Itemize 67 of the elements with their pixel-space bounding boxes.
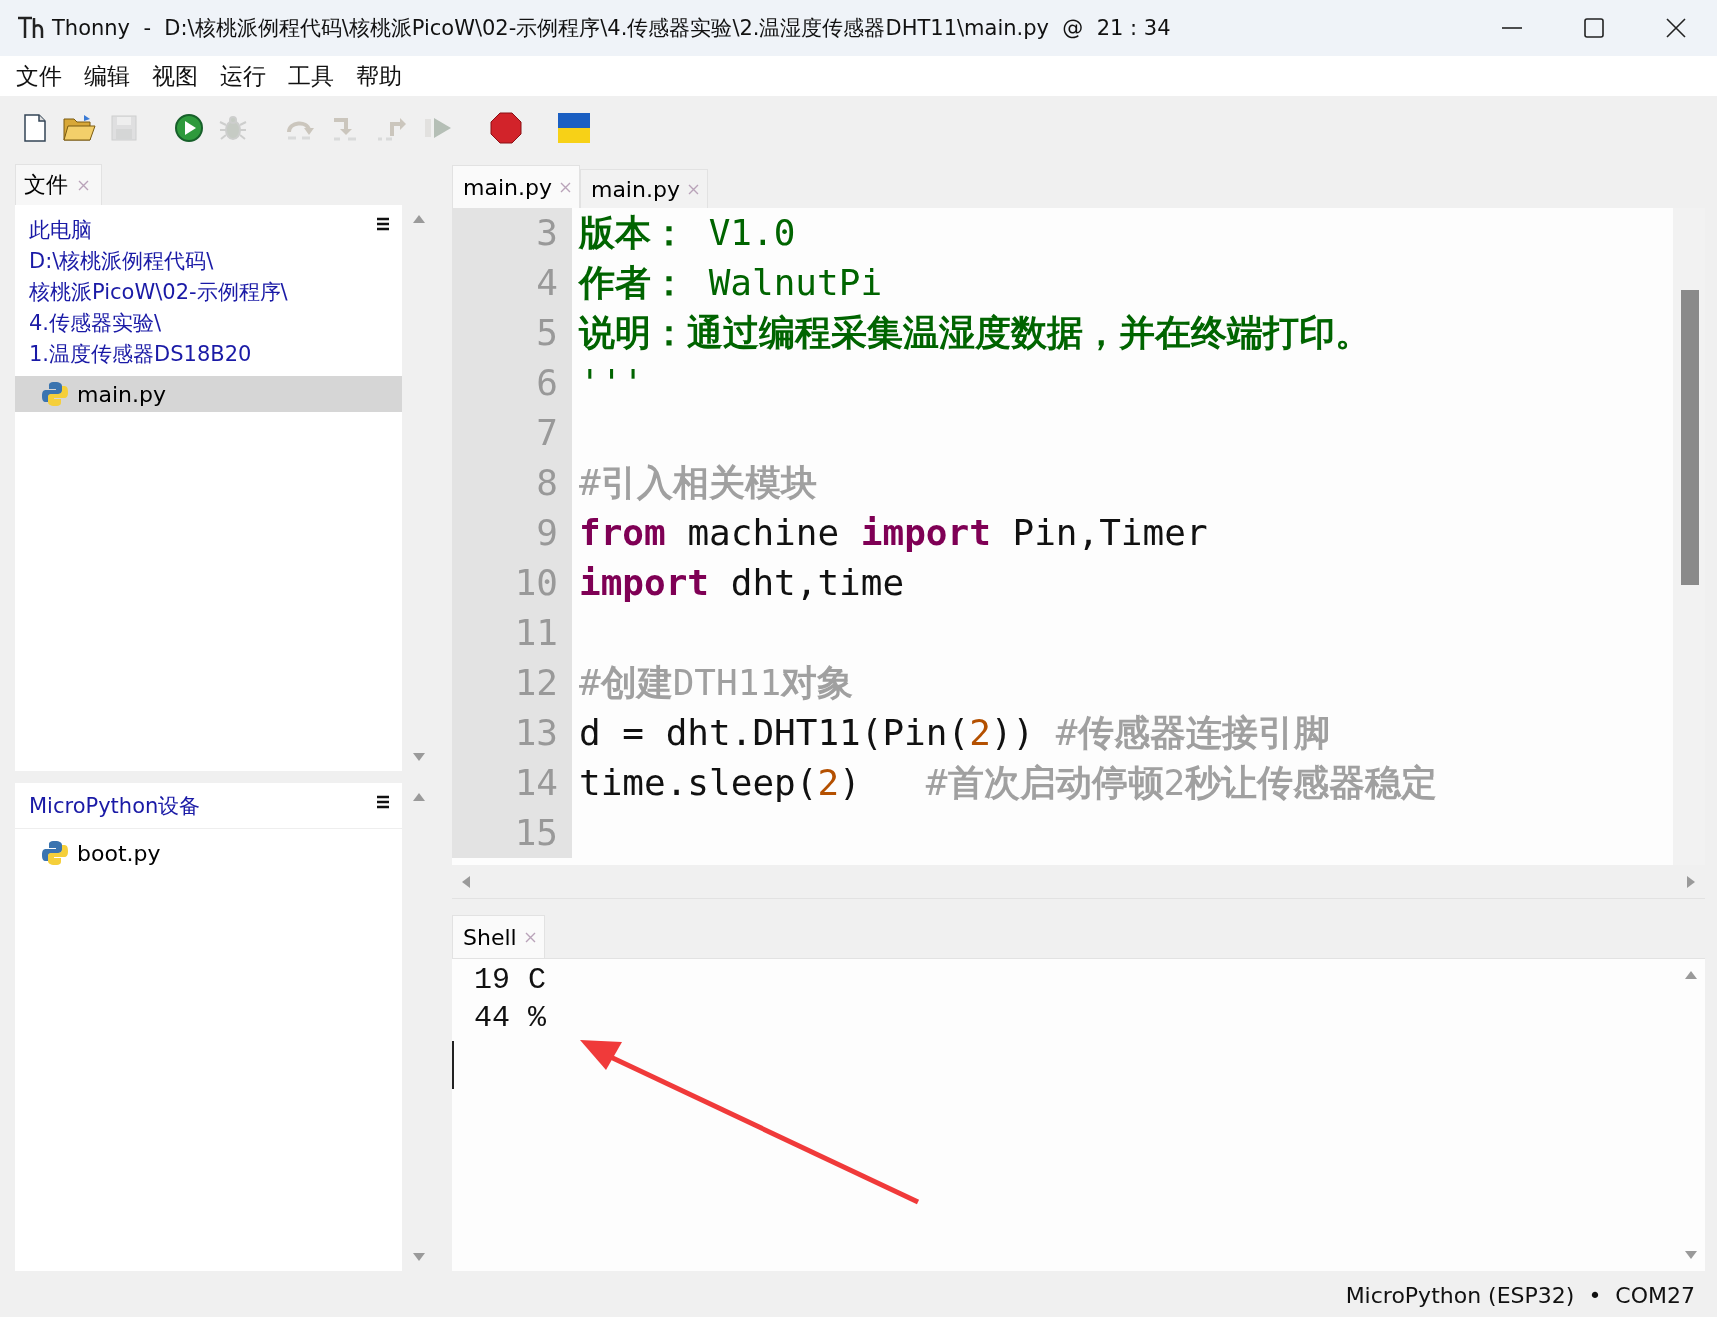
shell-output: 44 % xyxy=(474,1000,546,1037)
line-number: 12 xyxy=(452,658,572,708)
line-number: 5 xyxy=(452,308,572,358)
scroll-down-icon[interactable] xyxy=(412,1253,425,1261)
line-number: 9 xyxy=(452,508,572,558)
menu-icon[interactable] xyxy=(376,217,390,231)
menu-item[interactable]: 工具 xyxy=(278,60,346,92)
close-icon[interactable] xyxy=(1665,17,1687,39)
scroll-up-icon[interactable] xyxy=(1685,971,1697,979)
status-text[interactable]: MicroPython (ESP32) • COM27 xyxy=(1345,1282,1695,1308)
line-number: 7 xyxy=(452,408,572,458)
text-cursor xyxy=(452,1041,454,1089)
code-line: from machine import Pin,Timer xyxy=(578,511,1208,555)
line-number: 10 xyxy=(452,558,572,608)
scroll-left-icon[interactable] xyxy=(462,875,470,888)
menu-item[interactable]: 编辑 xyxy=(74,60,142,92)
line-number: 4 xyxy=(452,258,572,308)
shell-tab[interactable]: Shell xyxy=(452,915,545,958)
line-number: 3 xyxy=(452,208,572,258)
app-logo-icon xyxy=(16,15,44,41)
maximize-icon[interactable] xyxy=(1583,17,1605,39)
file-item[interactable]: boot.py xyxy=(15,835,402,871)
path-link[interactable]: 核桃派PicoW\02-示例程序\ xyxy=(15,277,288,308)
line-number: 11 xyxy=(452,608,572,658)
code-line: d = dht.DHT11(Pin(2)) #传感器连接引脚 xyxy=(578,711,1330,755)
panel-tab[interactable]: 文件 xyxy=(15,164,102,205)
python-file-icon xyxy=(41,839,69,867)
code-line: 作者： WalnutPi xyxy=(577,261,883,305)
path-link[interactable]: 1.温度传感器DS18B20 xyxy=(15,339,252,370)
code-line: time.sleep(2) #首次启动停顿2秒让传感器稳定 xyxy=(578,761,1438,805)
shell-output: 19 C xyxy=(474,962,546,999)
scroll-down-icon[interactable] xyxy=(1685,1251,1697,1259)
python-file-icon xyxy=(41,380,69,408)
line-number: 14 xyxy=(452,758,572,808)
new-file-icon[interactable] xyxy=(22,113,48,143)
code-line: #创建DTH11对象 xyxy=(578,661,854,705)
code-line: #引入相关模块 xyxy=(578,461,817,505)
code-line: import dht,time xyxy=(578,561,905,605)
menu-item[interactable]: 帮助 xyxy=(346,60,414,92)
line-number: 15 xyxy=(452,808,572,858)
scrollbar-thumb[interactable] xyxy=(1681,290,1699,585)
file-item[interactable]: main.py xyxy=(15,376,402,412)
menu-icon[interactable] xyxy=(376,795,390,809)
stop-icon[interactable] xyxy=(490,112,522,144)
code-line: ''' xyxy=(578,361,645,405)
editor-tab[interactable]: main.py xyxy=(579,169,708,208)
scroll-right-icon[interactable] xyxy=(1687,875,1695,888)
scroll-up-icon[interactable] xyxy=(412,215,425,223)
code-line: 说明：通过编程采集温湿度数据，并在终端打印。 xyxy=(577,311,1371,355)
code-line: 版本： V1.0 xyxy=(577,211,796,255)
scroll-up-icon[interactable] xyxy=(412,793,425,801)
menu-item[interactable]: 视图 xyxy=(142,60,210,92)
location-link[interactable]: MicroPython设备 xyxy=(15,791,201,822)
window-title: Thonny - D:\核桃派例程代码\核桃派PicoW\02-示例程序\4.传感器实验\2.温湿度传感器DHT11\main.py @ 21 : 34 xyxy=(51,15,1172,42)
line-number: 13 xyxy=(452,708,572,758)
scroll-down-icon[interactable] xyxy=(412,753,425,761)
path-link[interactable]: D:\核桃派例程代码\ xyxy=(15,246,214,277)
path-link[interactable]: 4.传感器实验\ xyxy=(15,308,162,339)
run-icon[interactable] xyxy=(174,113,204,143)
menu-item[interactable]: 运行 xyxy=(210,60,278,92)
editor-tab[interactable]: main.py xyxy=(452,165,580,208)
menu-item[interactable]: 文件 xyxy=(6,60,74,92)
line-number: 6 xyxy=(452,358,572,408)
line-number: 8 xyxy=(452,458,572,508)
location-link[interactable]: 此电脑 xyxy=(15,215,92,246)
flag-icon[interactable] xyxy=(558,113,590,143)
folder-icon[interactable] xyxy=(62,113,96,143)
